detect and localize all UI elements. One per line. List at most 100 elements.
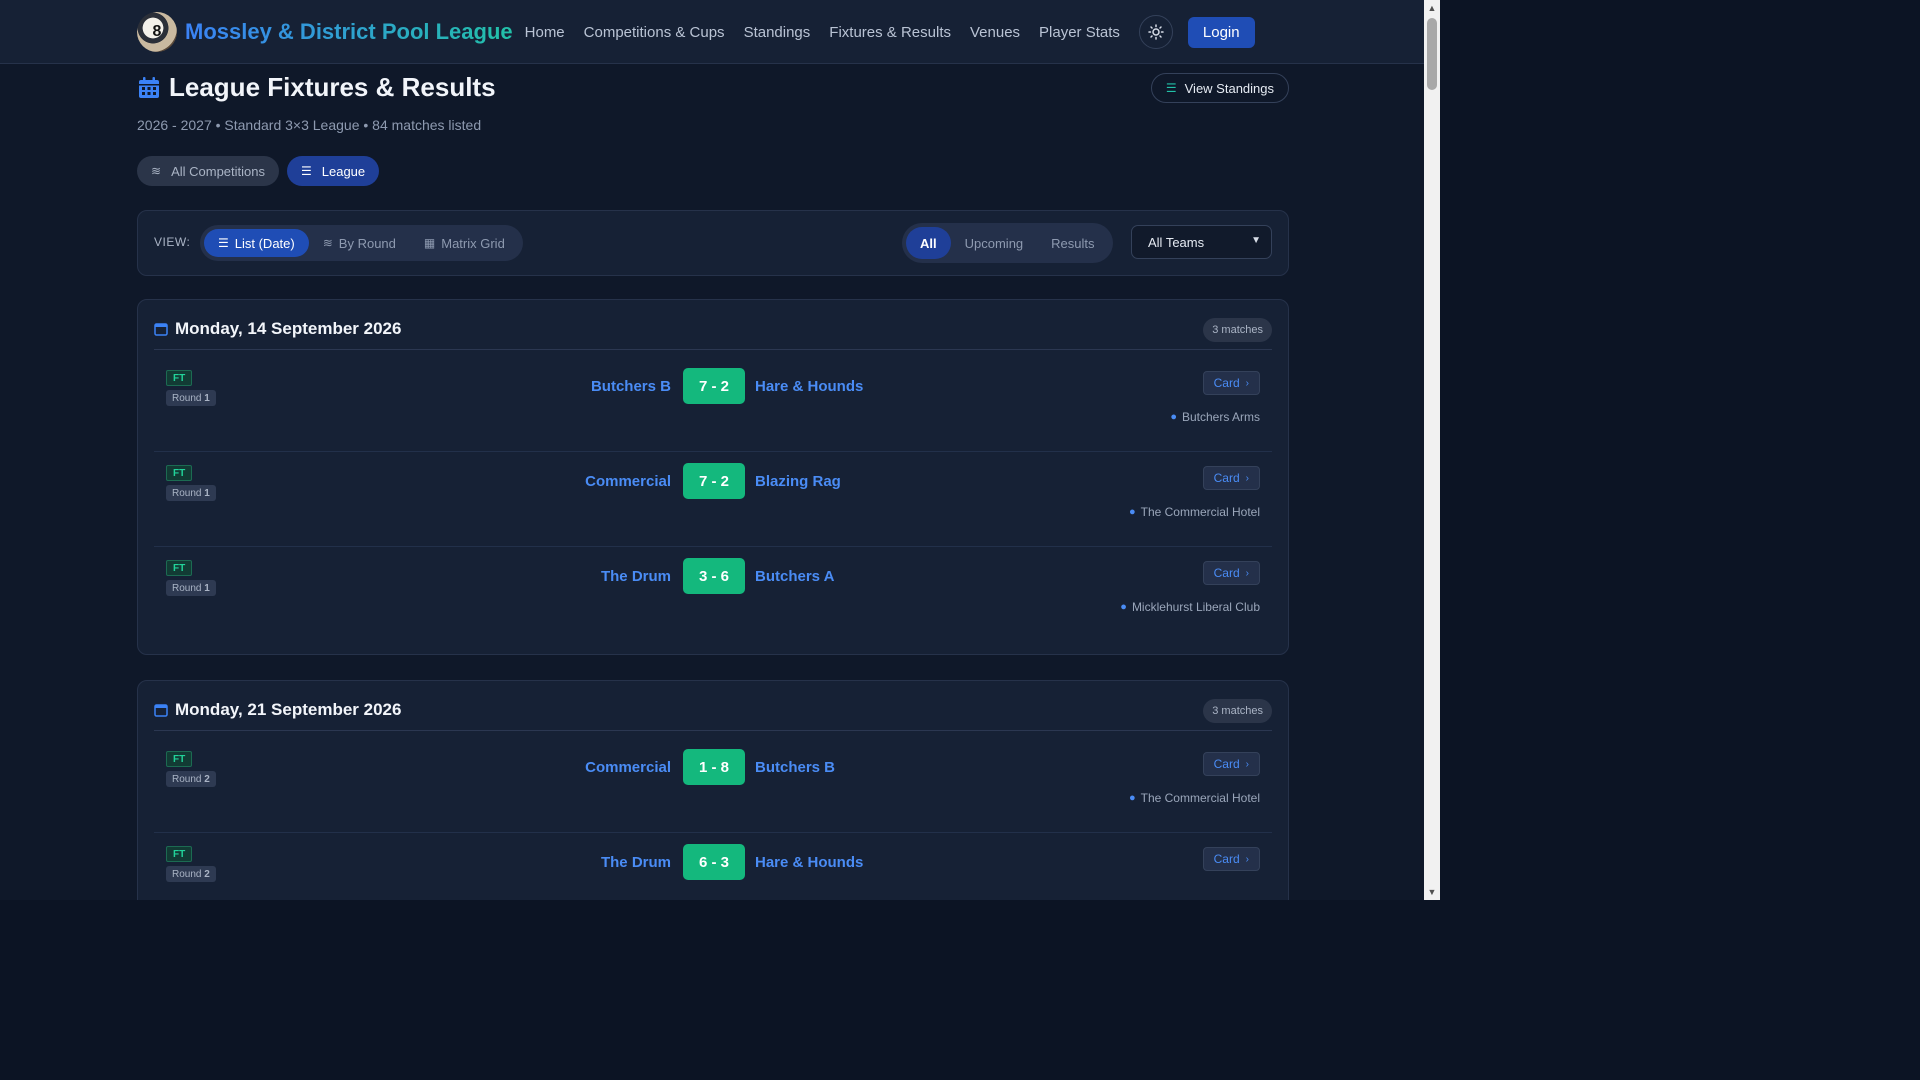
card-label: Card bbox=[1213, 852, 1240, 866]
score-badge[interactable]: 1 - 8 bbox=[683, 749, 745, 785]
away-team-link[interactable]: Hare & Hounds bbox=[755, 854, 863, 871]
round-number: 1 bbox=[204, 392, 210, 404]
home-team-link[interactable]: Commercial bbox=[585, 473, 671, 490]
calendar-icon bbox=[139, 76, 159, 98]
venue-name: Butchers Arms bbox=[1181, 410, 1260, 424]
scroll-up-arrow-icon[interactable]: ▲ bbox=[1424, 0, 1440, 16]
status-badge: FT bbox=[166, 846, 193, 862]
home-team-link[interactable]: The Drum bbox=[601, 568, 671, 585]
round-number: 1 bbox=[204, 582, 210, 594]
card-label: Card bbox=[1213, 471, 1240, 485]
team-select-value: All Teams bbox=[1148, 234, 1205, 250]
score-badge[interactable]: 7 - 2 bbox=[683, 368, 745, 404]
nav-link-player-stats[interactable]: Player Stats bbox=[1039, 24, 1120, 41]
score-badge[interactable]: 6 - 3 bbox=[683, 844, 745, 880]
venue-link[interactable]: ● Micklehurst Liberal Club bbox=[1120, 600, 1260, 614]
map-pin-icon: ● bbox=[1128, 792, 1136, 804]
round-number: 2 bbox=[204, 773, 210, 785]
card-label: Card bbox=[1213, 566, 1240, 580]
venue-link[interactable]: ● The Commercial Hotel bbox=[1129, 791, 1260, 805]
match-row: FT Round 2 The Drum 6 - 3 Hare & Hounds … bbox=[154, 834, 1272, 900]
chevron-right-icon: › bbox=[1245, 377, 1249, 389]
status-all-button[interactable]: All bbox=[906, 227, 951, 259]
match-card-button[interactable]: Card › bbox=[1202, 561, 1260, 585]
sun-icon bbox=[1148, 24, 1164, 40]
date-group-title: Monday, 14 September 2026 bbox=[154, 319, 401, 339]
pill-all-competitions[interactable]: ≋ All Competitions bbox=[137, 156, 279, 186]
nav-link-standings[interactable]: Standings bbox=[744, 24, 811, 41]
seg-label: By Round bbox=[338, 235, 396, 251]
date-text: Monday, 21 September 2026 bbox=[175, 700, 402, 719]
nav-link-venues[interactable]: Venues bbox=[970, 24, 1020, 41]
list-ordered-icon: ☰ bbox=[1165, 81, 1177, 95]
round-badge: Round 2 bbox=[166, 866, 216, 882]
date-group-header: Monday, 14 September 2026 3 matches bbox=[154, 316, 1272, 350]
nav-link-home[interactable]: Home bbox=[525, 24, 565, 41]
theme-toggle-button[interactable] bbox=[1138, 15, 1173, 49]
pill-label: League bbox=[321, 163, 366, 179]
vertical-scrollbar[interactable]: ▲ ▼ bbox=[1424, 0, 1440, 900]
chevron-right-icon: › bbox=[1245, 567, 1249, 579]
match-card-button[interactable]: Card › bbox=[1202, 847, 1260, 871]
list-ordered-icon: ☰ bbox=[301, 164, 312, 178]
team-select[interactable]: All Teams ▼ bbox=[1131, 225, 1272, 259]
venue-link[interactable]: ● The Commercial Hotel bbox=[1129, 505, 1260, 519]
match-row: FT Round 1 Commercial 7 - 2 Blazing Rag … bbox=[154, 453, 1272, 547]
league-logo[interactable]: 8 bbox=[137, 12, 177, 52]
chevron-right-icon: › bbox=[1245, 853, 1249, 865]
status-filter-group: All Upcoming Results bbox=[902, 223, 1113, 263]
venue-name: Micklehurst Liberal Club bbox=[1131, 600, 1260, 614]
home-team-link[interactable]: The Drum bbox=[601, 854, 671, 871]
top-navbar: 8 Mossley & District Pool League Home Co… bbox=[0, 0, 1424, 64]
view-matrix-grid-button[interactable]: ▦ Matrix Grid bbox=[410, 229, 519, 257]
nav-link-fixtures[interactable]: Fixtures & Results bbox=[829, 24, 951, 41]
scrollbar-thumb[interactable] bbox=[1427, 18, 1437, 90]
venue-name: The Commercial Hotel bbox=[1140, 505, 1260, 519]
away-team-link[interactable]: Hare & Hounds bbox=[755, 378, 863, 395]
home-team-link[interactable]: Commercial bbox=[585, 759, 671, 776]
venue-name: The Commercial Hotel bbox=[1140, 791, 1260, 805]
match-card-button[interactable]: Card › bbox=[1202, 466, 1260, 490]
pill-label: All Competitions bbox=[171, 163, 265, 179]
chevron-right-icon: › bbox=[1245, 472, 1249, 484]
view-list-date-button[interactable]: ☰ List (Date) bbox=[204, 229, 309, 257]
match-row: FT Round 1 Butchers B 7 - 2 Hare & Hound… bbox=[154, 358, 1272, 452]
score-badge[interactable]: 3 - 6 bbox=[683, 558, 745, 594]
page-title: League Fixtures & Results bbox=[137, 72, 1289, 103]
home-team-link[interactable]: Butchers B bbox=[591, 378, 671, 395]
status-badge: FT bbox=[166, 751, 193, 767]
calendar-icon bbox=[154, 704, 168, 717]
browser-viewport: 8 Mossley & District Pool League Home Co… bbox=[0, 0, 1424, 900]
score-badge[interactable]: 7 - 2 bbox=[683, 463, 745, 499]
competition-pills: ≋ All Competitions ☰ League bbox=[137, 156, 387, 186]
calendar-icon bbox=[154, 323, 168, 336]
seg-label: List (Date) bbox=[234, 235, 295, 251]
nav-links: Home Competitions & Cups Standings Fixtu… bbox=[525, 24, 1139, 41]
round-label: Round bbox=[172, 773, 202, 785]
status-results-button[interactable]: Results bbox=[1037, 227, 1108, 259]
nav-link-competitions[interactable]: Competitions & Cups bbox=[584, 24, 725, 41]
match-card-button[interactable]: Card › bbox=[1202, 752, 1260, 776]
round-badge: Round 2 bbox=[166, 771, 216, 787]
pill-league[interactable]: ☰ League bbox=[287, 156, 380, 186]
match-card-button[interactable]: Card › bbox=[1202, 371, 1260, 395]
away-team-link[interactable]: Butchers A bbox=[755, 568, 834, 585]
status-upcoming-button[interactable]: Upcoming bbox=[951, 227, 1038, 259]
chevron-down-icon: ▼ bbox=[1251, 235, 1261, 246]
away-team-link[interactable]: Blazing Rag bbox=[755, 473, 841, 490]
status-badge: FT bbox=[166, 370, 193, 386]
round-badge: Round 1 bbox=[166, 485, 216, 501]
view-by-round-button[interactable]: ≋ By Round bbox=[309, 229, 410, 257]
chevron-right-icon: › bbox=[1245, 758, 1249, 770]
round-badge: Round 1 bbox=[166, 580, 216, 596]
view-standings-button[interactable]: ☰ View Standings bbox=[1150, 73, 1289, 103]
brand-title[interactable]: Mossley & District Pool League bbox=[185, 19, 513, 45]
table-icon: ▦ bbox=[423, 236, 436, 250]
scroll-down-arrow-icon[interactable]: ▼ bbox=[1424, 884, 1440, 900]
map-pin-icon: ● bbox=[1128, 506, 1136, 518]
venue-link[interactable]: ● Butchers Arms bbox=[1170, 410, 1260, 424]
match-row: FT Round 1 The Drum 3 - 6 Butchers A Car… bbox=[154, 548, 1272, 642]
login-button[interactable]: Login bbox=[1187, 16, 1255, 48]
away-team-link[interactable]: Butchers B bbox=[755, 759, 835, 776]
date-group-card: Monday, 21 September 2026 3 matches FT R… bbox=[137, 680, 1289, 900]
